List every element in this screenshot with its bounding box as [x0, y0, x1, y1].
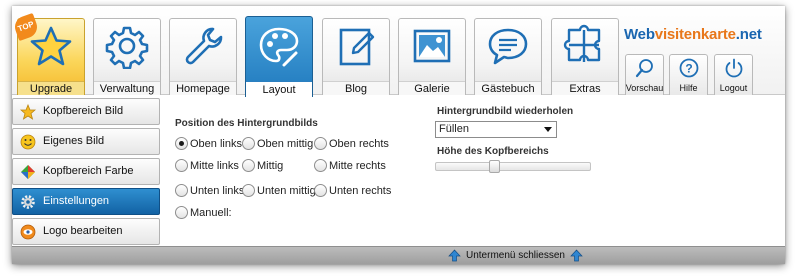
wrench-icon — [185, 27, 223, 65]
sidebar-item-kopfbereich-bild[interactable]: Kopfbereich Bild — [12, 98, 160, 125]
tab-galerie[interactable]: Galerie — [398, 18, 466, 95]
height-slider[interactable] — [435, 160, 591, 173]
radio-label: Manuell: — [190, 207, 232, 219]
brand-part-visitenkarte: visitenkarte — [654, 26, 736, 43]
main-toolbar: TOP Upgrade Verwaltung Homepage Layout B… — [11, 6, 785, 97]
chevron-down-icon — [544, 127, 552, 132]
speech-bubble-icon — [488, 28, 528, 65]
sidebar-item-eigenes-bild[interactable]: Eigenes Bild — [12, 128, 160, 155]
radio-button[interactable] — [314, 137, 327, 150]
tab-label: Layout — [246, 81, 312, 97]
radio-button[interactable] — [242, 159, 255, 172]
position-row-top: Oben links Oben mittig Oben rechts — [175, 136, 415, 152]
tab-upgrade[interactable]: TOP Upgrade — [11, 12, 85, 95]
preview-label: Vorschau — [625, 83, 664, 93]
palette-icon — [259, 27, 299, 67]
radio-label: Unten links — [190, 185, 245, 197]
slider-handle[interactable] — [489, 160, 500, 173]
brand-part-web: Web — [624, 26, 655, 43]
help-icon: ? — [679, 58, 699, 78]
repeat-select-value: Füllen — [439, 123, 469, 135]
radio-label: Oben mittig — [257, 138, 314, 150]
settings-gear-icon — [21, 195, 35, 209]
tab-label: Upgrade — [18, 81, 84, 95]
position-title: Position des Hintergrundbilds — [175, 118, 318, 129]
radio-button[interactable] — [175, 184, 188, 197]
sidebar-item-label: Kopfbereich Farbe — [43, 165, 134, 177]
height-title: Höhe des Kopfbereichs — [437, 146, 549, 157]
sidebar-item-logo-bearbeiten[interactable]: Logo bearbeiten — [12, 218, 160, 245]
picture-icon — [413, 29, 451, 63]
radio-button[interactable] — [242, 137, 255, 150]
app-window: TOP Upgrade Verwaltung Homepage Layout B… — [11, 6, 785, 264]
tab-label: Galerie — [399, 81, 465, 95]
radio-label: Mitte rechts — [329, 160, 386, 172]
submenu-sidebar: Kopfbereich Bild Eigenes Bild Kopfbereic… — [12, 98, 160, 248]
brand-logo[interactable]: Webvisitenkarte.net — [624, 26, 762, 43]
tab-gaestebuch[interactable]: Gästebuch — [474, 18, 542, 95]
sidebar-item-label: Eigenes Bild — [43, 135, 105, 147]
tab-homepage[interactable]: Homepage — [169, 18, 237, 95]
arrow-up-icon — [570, 249, 583, 262]
tab-verwaltung[interactable]: Verwaltung — [93, 18, 161, 95]
tab-label: Verwaltung — [94, 81, 160, 95]
color-diamond-icon — [21, 165, 35, 179]
magnifier-icon — [635, 59, 653, 78]
help-label: Hilfe — [679, 83, 698, 93]
collapse-label: Untermenü schliessen — [466, 250, 565, 261]
tab-extras[interactable]: Extras — [551, 18, 619, 95]
logout-button[interactable]: Logout — [714, 54, 753, 95]
radio-button[interactable] — [175, 206, 188, 219]
radio-button[interactable] — [175, 137, 188, 150]
sidebar-item-label: Logo bearbeiten — [43, 225, 123, 237]
sidebar-item-kopfbereich-farbe[interactable]: Kopfbereich Farbe — [12, 158, 160, 185]
logo-eye-icon — [20, 224, 36, 240]
svg-text:?: ? — [685, 62, 692, 76]
repeat-select[interactable]: Füllen — [435, 121, 557, 138]
brand-part-net: .net — [735, 26, 762, 43]
radio-button[interactable] — [175, 159, 188, 172]
position-row-manual: Manuell: — [175, 205, 275, 221]
position-row-bottom: Unten links Unten mittig Unten rechts — [175, 183, 415, 199]
radio-button[interactable] — [242, 184, 255, 197]
edit-page-icon — [339, 28, 375, 66]
radio-button[interactable] — [314, 184, 327, 197]
logout-label: Logout — [719, 83, 748, 93]
preview-button[interactable]: Vorschau — [625, 54, 664, 95]
arrow-up-icon — [448, 249, 461, 262]
radio-label: Oben rechts — [329, 138, 389, 150]
tab-label: Homepage — [170, 81, 236, 95]
radio-label: Mitte links — [190, 160, 239, 172]
settings-panel: Position des Hintergrundbilds Oben links… — [170, 106, 770, 246]
sidebar-item-einstellungen[interactable]: Einstellungen — [12, 188, 160, 215]
gear-icon — [105, 26, 149, 69]
sidebar-item-label: Einstellungen — [43, 195, 110, 207]
radio-label: Oben links — [190, 138, 242, 150]
radio-button[interactable] — [314, 159, 327, 172]
bottom-bar: Untermenü schliessen — [12, 246, 785, 264]
tab-label: Blog — [323, 81, 389, 95]
help-button[interactable]: ? Hilfe — [669, 54, 708, 95]
tab-layout[interactable]: Layout — [245, 16, 313, 97]
smiley-icon — [20, 134, 36, 150]
tab-blog[interactable]: Blog — [322, 18, 390, 95]
repeat-title: Hintergrundbild wiederholen — [437, 106, 574, 117]
radio-label: Unten mittig — [257, 185, 316, 197]
radio-label: Unten rechts — [329, 185, 392, 197]
power-icon — [725, 58, 743, 78]
puzzle-icon — [563, 24, 601, 62]
star-icon — [30, 26, 72, 66]
collapse-submenu-button[interactable]: Untermenü schliessen — [446, 248, 585, 263]
sidebar-item-label: Kopfbereich Bild — [43, 105, 124, 117]
tab-label: Gästebuch — [475, 81, 541, 95]
radio-label: Mittig — [257, 160, 284, 172]
tab-label: Extras — [552, 81, 618, 95]
star-small-icon — [20, 104, 36, 120]
position-row-middle: Mitte links Mittig Mitte rechts — [175, 158, 415, 174]
